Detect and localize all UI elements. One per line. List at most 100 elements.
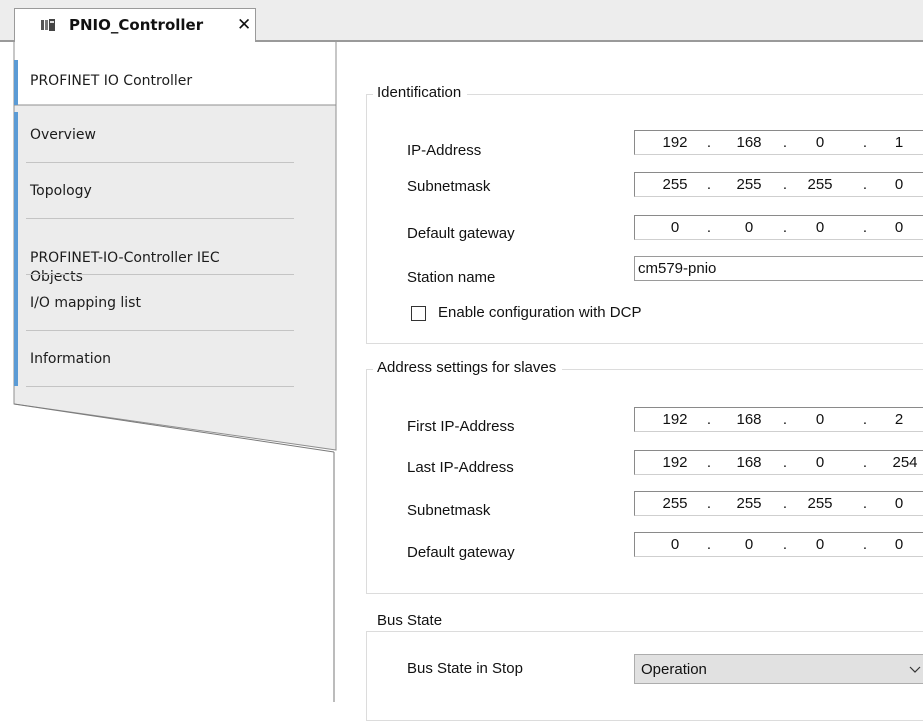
octet[interactable]: 0	[729, 219, 769, 236]
octet[interactable]: 255	[655, 495, 695, 512]
identification-title: Identification	[373, 84, 468, 101]
slave-default-gateway-field[interactable]: 0 . 0 . 0 . 0	[634, 532, 923, 557]
octet[interactable]: 0	[879, 536, 919, 553]
dot: .	[706, 454, 712, 471]
item-accent	[14, 112, 18, 168]
bus-state-stop-select[interactable]: Operation	[634, 654, 923, 684]
octet[interactable]: 0	[879, 495, 919, 512]
octet[interactable]: 0	[879, 219, 919, 236]
octet[interactable]: 0	[729, 536, 769, 553]
slave-subnetmask-field[interactable]: 255 . 255 . 255 . 0	[634, 491, 923, 516]
nav-separator	[26, 330, 294, 331]
dot: .	[782, 495, 788, 512]
dot: .	[862, 495, 868, 512]
nav-separator	[26, 274, 294, 275]
octet[interactable]: 0	[655, 536, 695, 553]
octet[interactable]: 168	[729, 411, 769, 428]
sidebar-item-label: PROFINET-IO-Controller IEC Objects	[30, 250, 220, 285]
sidebar-item-label: PROFINET IO Controller	[30, 73, 193, 89]
dot: .	[862, 536, 868, 553]
octet[interactable]: 0	[800, 536, 840, 553]
slave-default-gateway-label: Default gateway	[407, 544, 515, 561]
sidebar-item-label: Information	[30, 351, 112, 367]
tab-title: PNIO_Controller	[69, 16, 204, 34]
octet[interactable]: 168	[729, 454, 769, 471]
first-ip-field[interactable]: 192 . 168 . 0 . 2	[634, 407, 923, 432]
sidebar-nav: PROFINET IO Controller Overview Topology…	[0, 42, 340, 702]
octet[interactable]: 255	[800, 495, 840, 512]
dcp-checkbox[interactable]	[411, 306, 426, 321]
station-name-input[interactable]: cm579-pnio	[634, 256, 923, 281]
slave-subnetmask-label: Subnetmask	[407, 502, 491, 519]
octet[interactable]: 0	[800, 454, 840, 471]
dot: .	[782, 411, 788, 428]
octet[interactable]: 0	[800, 134, 840, 151]
sidebar-item-label: Overview	[30, 127, 96, 143]
octet[interactable]: 192	[655, 411, 695, 428]
close-icon[interactable]: ✕	[237, 15, 251, 35]
dcp-checkbox-label[interactable]: Enable configuration with DCP	[438, 304, 641, 321]
dot: .	[706, 134, 712, 151]
octet[interactable]: 2	[879, 411, 919, 428]
octet[interactable]: 1	[879, 134, 919, 151]
sidebar-item-io-mapping-list[interactable]: I/O mapping list	[30, 294, 350, 313]
dot: .	[782, 219, 788, 236]
station-name-label: Station name	[407, 269, 496, 286]
dot: .	[706, 411, 712, 428]
octet[interactable]: 192	[655, 454, 695, 471]
octet[interactable]: 0	[879, 176, 919, 193]
default-gateway-label: Default gateway	[407, 225, 515, 242]
first-ip-label: First IP-Address	[407, 418, 515, 435]
nav-separator	[26, 162, 294, 163]
bus-state-stop-label: Bus State in Stop	[407, 660, 523, 677]
station-name-value: cm579-pnio	[638, 260, 717, 277]
dot: .	[706, 536, 712, 553]
dot: .	[782, 454, 788, 471]
select-value: Operation	[641, 661, 707, 678]
bus-state-title: Bus State	[373, 612, 449, 629]
octet[interactable]: 0	[800, 219, 840, 236]
sidebar-item-overview[interactable]: Overview	[30, 126, 350, 145]
subnetmask-label: Subnetmask	[407, 178, 491, 195]
octet[interactable]: 254	[885, 454, 923, 471]
dot: .	[782, 134, 788, 151]
sidebar-item-profinet-io-controller[interactable]: PROFINET IO Controller	[30, 72, 350, 91]
octet[interactable]: 255	[800, 176, 840, 193]
default-gateway-field[interactable]: 0 . 0 . 0 . 0	[634, 215, 923, 240]
nav-separator	[26, 386, 294, 387]
dot: .	[862, 134, 868, 151]
octet[interactable]: 255	[729, 176, 769, 193]
subnetmask-field[interactable]: 255 . 255 . 255 . 0	[634, 172, 923, 197]
sidebar-item-label: Topology	[30, 183, 92, 199]
sidebar-item-information[interactable]: Information	[30, 350, 350, 369]
tab-pnio-controller[interactable]: PNIO_Controller ✕	[14, 8, 256, 42]
octet[interactable]: 168	[729, 134, 769, 151]
nav-separator	[26, 218, 294, 219]
item-accent	[14, 168, 18, 224]
editor-tab-strip: PNIO_Controller ✕	[0, 0, 923, 42]
sidebar-item-iec-objects[interactable]: PROFINET-IO-Controller IEC Objects	[30, 230, 350, 287]
item-accent	[14, 280, 18, 336]
slave-address-title: Address settings for slaves	[373, 359, 563, 376]
chevron-down-icon	[909, 666, 921, 673]
octet[interactable]: 0	[800, 411, 840, 428]
dot: .	[706, 495, 712, 512]
dot: .	[706, 176, 712, 193]
octet[interactable]: 192	[655, 134, 695, 151]
item-accent	[14, 224, 18, 280]
octet[interactable]: 255	[729, 495, 769, 512]
last-ip-field[interactable]: 192 . 168 . 0 . 254	[634, 450, 923, 475]
device-module-icon	[41, 19, 55, 31]
sidebar-item-topology[interactable]: Topology	[30, 182, 350, 201]
dot: .	[706, 219, 712, 236]
ip-address-field[interactable]: 192 . 168 . 0 . 1	[634, 130, 923, 155]
dot: .	[862, 454, 868, 471]
ip-address-label: IP-Address	[407, 142, 482, 159]
dot: .	[862, 411, 868, 428]
last-ip-label: Last IP-Address	[407, 459, 514, 476]
octet[interactable]: 0	[655, 219, 695, 236]
sidebar-item-label: I/O mapping list	[30, 295, 141, 311]
dot: .	[782, 176, 788, 193]
item-accent	[14, 336, 18, 386]
octet[interactable]: 255	[655, 176, 695, 193]
